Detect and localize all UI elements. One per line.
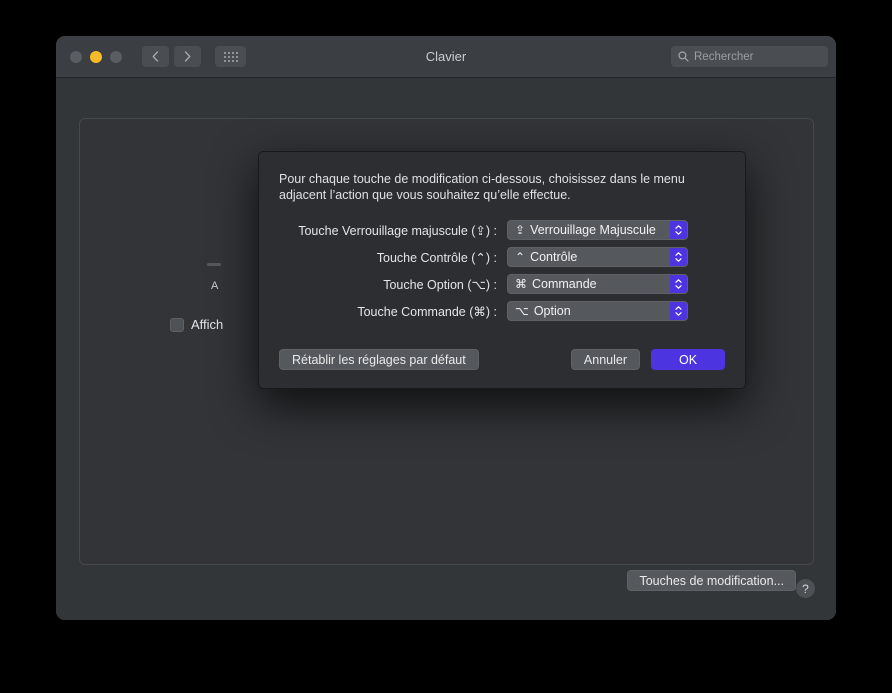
chevron-down-icon (675, 312, 682, 316)
row-option: Touche Option (⌥) : ⌘ Commande (279, 274, 725, 294)
command-popup[interactable]: ⌥ Option (507, 301, 688, 321)
control-glyph-icon: ⌃ (515, 250, 526, 264)
option-stepper[interactable] (670, 275, 687, 293)
minimize-button[interactable] (90, 50, 102, 63)
show-all-icon (223, 51, 238, 62)
modifier-keys-button[interactable]: Touches de modification... (627, 570, 796, 591)
control-value: Contrôle (530, 250, 578, 264)
traffic-lights (70, 50, 122, 63)
system-preferences-window: Clavier Rechercher A Affich Touches de m… (56, 36, 836, 620)
zoom-button[interactable] (110, 50, 122, 63)
command-stepper[interactable] (670, 302, 687, 320)
caps-lock-glyph-icon: ⇪ (515, 223, 526, 237)
modifier-keys-dialog: Pour chaque touche de modification ci-de… (258, 151, 746, 389)
search-field[interactable]: Rechercher (671, 46, 828, 67)
show-keyboard-viewer-checkbox[interactable] (170, 317, 184, 332)
show-keyboard-viewer-row[interactable]: Affich (170, 317, 223, 332)
control-label: Touche Contrôle (⌃) : (376, 250, 497, 265)
preferences-body: A Affich Touches de modification... ? Po… (56, 78, 836, 620)
dialog-description: Pour chaque touche de modification ci-de… (279, 172, 685, 202)
window-titlebar: Clavier Rechercher (56, 36, 836, 78)
option-label: Touche Option (⌥) : (383, 277, 497, 292)
caps-lock-value: Verrouillage Majuscule (530, 223, 656, 237)
close-button[interactable] (70, 50, 82, 63)
option-value: Commande (532, 277, 597, 291)
forward-icon (184, 51, 191, 62)
chevron-up-icon (675, 306, 682, 310)
chevron-up-icon (675, 252, 682, 256)
forward-button[interactable] (174, 46, 201, 67)
desktop-background: Clavier Rechercher A Affich Touches de m… (0, 0, 892, 693)
chevron-up-icon (675, 279, 682, 283)
control-stepper[interactable] (670, 248, 687, 266)
restore-defaults-button[interactable]: Rétablir les réglages par défaut (279, 349, 479, 370)
dialog-button-bar: Rétablir les réglages par défaut Annuler… (279, 349, 725, 370)
chevron-down-icon (675, 258, 682, 262)
chevron-down-icon (675, 231, 682, 235)
caps-lock-stepper[interactable] (670, 221, 687, 239)
row-caps-lock: Touche Verrouillage majuscule (⇪) : ⇪ Ve… (279, 220, 725, 240)
command-glyph-icon: ⌘ (515, 277, 527, 291)
row-command: Touche Commande (⌘) : ⌥ Option (279, 301, 725, 321)
row-control: Touche Contrôle (⌃) : ⌃ Contrôle (279, 247, 725, 267)
chevron-down-icon (675, 285, 682, 289)
command-value: Option (533, 304, 571, 318)
search-icon (678, 51, 689, 62)
ok-button[interactable]: OK (651, 349, 725, 370)
help-button[interactable]: ? (796, 579, 815, 598)
show-all-button[interactable] (215, 46, 246, 67)
slider-caption: A (211, 280, 219, 292)
navigation-buttons (142, 46, 201, 67)
show-keyboard-viewer-label: Affich (191, 317, 224, 332)
command-label: Touche Commande (⌘) : (357, 304, 497, 319)
modifier-rows: Touche Verrouillage majuscule (⇪) : ⇪ Ve… (279, 220, 725, 321)
cancel-button[interactable]: Annuler (570, 349, 640, 370)
slider-track[interactable] (207, 263, 221, 266)
chevron-up-icon (675, 225, 682, 229)
back-button[interactable] (142, 46, 169, 67)
option-popup[interactable]: ⌘ Commande (507, 274, 688, 294)
option-glyph-icon: ⌥ (515, 304, 529, 318)
search-placeholder: Rechercher (694, 50, 754, 63)
caps-lock-popup[interactable]: ⇪ Verrouillage Majuscule (507, 220, 688, 240)
control-popup[interactable]: ⌃ Contrôle (507, 247, 688, 267)
caps-lock-label: Touche Verrouillage majuscule (⇪) : (298, 223, 497, 238)
back-icon (152, 51, 159, 62)
